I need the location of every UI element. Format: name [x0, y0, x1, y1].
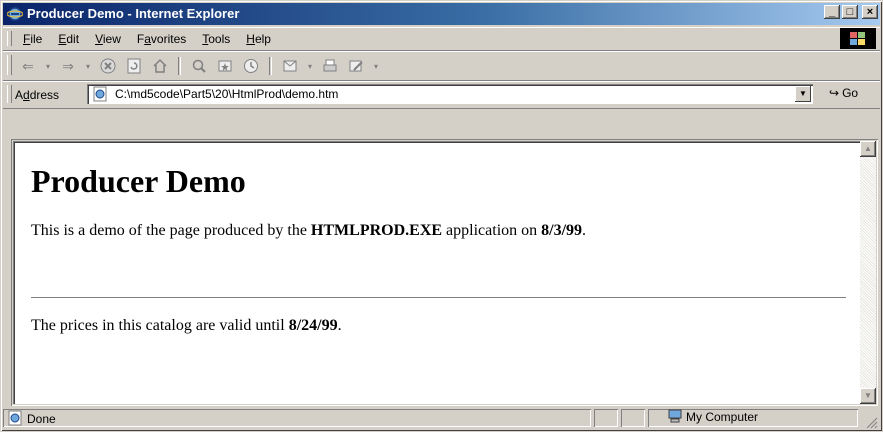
menu-edit[interactable]: Edit: [50, 32, 87, 46]
mail-icon[interactable]: [279, 56, 301, 76]
standard-toolbar: ⇐ ▾ ⇒ ▾ ▾ ▾: [3, 51, 880, 81]
window-title: Producer Demo - Internet Explorer: [27, 6, 240, 21]
page-icon: [93, 86, 107, 102]
search-icon[interactable]: [188, 56, 210, 76]
menu-file[interactable]: File: [15, 32, 50, 46]
address-label: Address: [15, 88, 60, 102]
edit-icon[interactable]: [345, 56, 367, 76]
prices-paragraph: The prices in this catalog are valid unt…: [31, 317, 342, 334]
go-label: Go: [842, 86, 859, 100]
status-panel-security: [621, 409, 645, 427]
status-panel-progress: [594, 409, 618, 427]
browser-window: Producer Demo - Internet Explorer _ □ × …: [0, 0, 883, 432]
horizontal-rule: [31, 297, 846, 299]
intro-paragraph: This is a demo of the page produced by t…: [31, 222, 587, 239]
stop-icon[interactable]: [97, 56, 119, 76]
title-bar[interactable]: Producer Demo - Internet Explorer _ □ ×: [3, 3, 880, 25]
scroll-up-button[interactable]: ▲: [860, 141, 876, 157]
produced-date: 8/3/99: [541, 222, 583, 239]
go-arrow-icon: ↪: [829, 86, 840, 100]
forward-dropdown-icon[interactable]: ▾: [83, 56, 93, 76]
menu-tools[interactable]: Tools: [194, 32, 238, 46]
go-button[interactable]: ↪ Go: [829, 86, 858, 100]
back-icon[interactable]: ⇐: [17, 56, 39, 76]
page-status-icon: [8, 410, 22, 426]
app-name: HTMLPROD.EXE: [310, 222, 443, 239]
menu-bar: File Edit View Favorites Tools Help: [3, 27, 880, 51]
toolbar-separator: [178, 57, 181, 75]
maximize-button[interactable]: □: [842, 5, 858, 19]
address-input[interactable]: C:\md5code\Part5\20\HtmlProd\demo.htm ▼: [87, 84, 813, 104]
valid-until-date: 8/24/99: [288, 317, 338, 334]
my-computer-icon: [668, 409, 682, 423]
resize-grip-icon[interactable]: [866, 417, 878, 429]
windows-logo-icon: [840, 28, 876, 49]
home-icon[interactable]: [149, 56, 171, 76]
status-text: Done: [27, 412, 56, 426]
forward-icon[interactable]: ⇒: [57, 56, 79, 76]
favorites-icon[interactable]: [214, 56, 236, 76]
windows-flag-icon: [850, 31, 865, 45]
print-icon[interactable]: [319, 56, 341, 76]
status-panel-main: Done: [3, 409, 591, 427]
address-dropdown-button[interactable]: ▼: [795, 86, 811, 102]
address-url: C:\md5code\Part5\20\HtmlProd\demo.htm: [115, 87, 339, 101]
window-controls: _ □ ×: [824, 5, 878, 19]
back-dropdown-icon[interactable]: ▾: [43, 56, 53, 76]
status-bar: Done My Computer: [3, 407, 880, 431]
menu-help[interactable]: Help: [238, 32, 279, 46]
address-grip[interactable]: [7, 85, 12, 103]
mail-dropdown-icon[interactable]: ▾: [305, 56, 315, 76]
scroll-down-button[interactable]: ▼: [860, 388, 876, 404]
zone-label: My Computer: [686, 410, 759, 424]
edit-dropdown-icon[interactable]: ▾: [371, 56, 381, 76]
page-heading: Producer Demo: [31, 163, 246, 199]
page-content[interactable]: Producer Demo This is a demo of the page…: [13, 141, 860, 404]
toolbar-separator: [269, 57, 272, 75]
toolbar-grip[interactable]: [7, 55, 12, 75]
close-button[interactable]: ×: [862, 5, 878, 19]
address-bar: Address C:\md5code\Part5\20\HtmlProd\dem…: [3, 81, 880, 109]
internet-explorer-icon: [7, 7, 23, 21]
menu-favorites[interactable]: Favorites: [129, 32, 194, 46]
vertical-scrollbar[interactable]: ▲ ▼: [860, 141, 876, 404]
history-icon[interactable]: [240, 56, 262, 76]
minimize-button[interactable]: _: [824, 5, 840, 19]
menu-grip[interactable]: [7, 31, 12, 46]
menu-view[interactable]: View: [87, 32, 129, 46]
refresh-icon[interactable]: [123, 56, 145, 76]
